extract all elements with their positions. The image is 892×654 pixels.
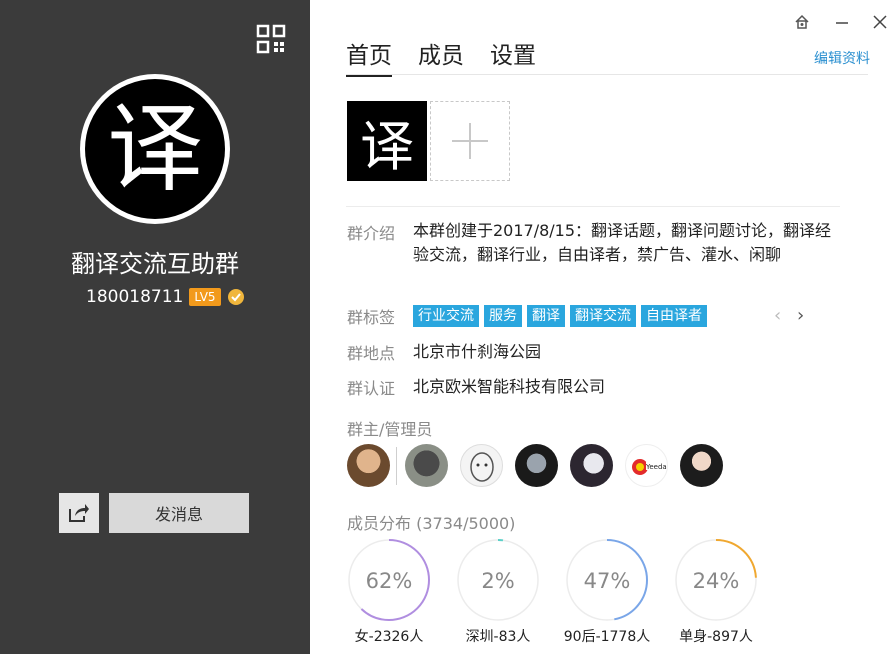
ring-label: 女-2326人 — [354, 629, 424, 645]
tags-prev-icon[interactable]: ‹ — [774, 305, 781, 326]
level-badge: LV5 — [189, 288, 221, 306]
ring-percent: 47% — [584, 569, 631, 593]
share-icon — [69, 504, 89, 522]
ring-percent: 62% — [366, 569, 413, 593]
edit-profile-link[interactable]: 编辑资料 — [814, 48, 870, 68]
skin-icon[interactable] — [792, 12, 812, 32]
ring-percent: 24% — [693, 569, 740, 593]
verify-value: 北京欧米智能科技有限公司 — [413, 377, 606, 396]
verify-label: 群认证 — [347, 379, 396, 398]
distribution-title: 成员分布 (3734/5000) — [347, 510, 515, 534]
left-panel: 译 翻译交流互助群 180018711 LV5 发消息 — [0, 0, 310, 654]
group-profile-window: 译 翻译交流互助群 180018711 LV5 发消息 首页 成员 设置 编辑资… — [0, 0, 892, 654]
distribution-rings: 62% 女-2326人 2% 深圳-83人 47% 90后-1778人 24% 单身-897人 — [347, 538, 758, 646]
tag-item[interactable]: 翻译交流 — [570, 305, 636, 327]
plus-icon — [452, 123, 488, 159]
admins-list: Yeeda — [347, 444, 735, 487]
location-value: 北京市什刹海公园 — [413, 342, 542, 361]
tab-bar: 首页 成员 设置 — [346, 36, 536, 77]
ring-label: 90后-1778人 — [563, 629, 651, 645]
tag-item[interactable]: 翻译 — [527, 305, 565, 327]
admin-avatar[interactable] — [570, 444, 613, 487]
tag-item[interactable]: 服务 — [484, 305, 522, 327]
tag-item[interactable]: 行业交流 — [413, 305, 479, 327]
avatar-char: 译 — [85, 79, 225, 219]
tag-list: 行业交流 服务 翻译 翻译交流 自由译者 — [413, 305, 707, 327]
admins-label: 群主/管理员 — [347, 420, 433, 439]
group-name: 翻译交流互助群 — [71, 250, 239, 278]
send-message-button[interactable]: 发消息 — [109, 493, 249, 533]
member-count: (3734/5000) — [416, 514, 516, 533]
admin-avatar[interactable] — [347, 444, 390, 487]
intro-label: 群介绍 — [347, 224, 396, 243]
admin-avatar[interactable] — [515, 444, 558, 487]
admin-avatar[interactable] — [680, 444, 723, 487]
tab-members[interactable]: 成员 — [418, 36, 464, 77]
tab-home[interactable]: 首页 — [346, 36, 392, 77]
group-id-row: 180018711 LV5 — [86, 287, 245, 307]
location-label: 群地点 — [347, 344, 396, 363]
intro-text: 本群创建于2017/8/15：翻译话题，翻译问题讨论，翻译经验交流，翻译行业，自… — [413, 221, 832, 264]
tab-divider — [346, 74, 868, 75]
group-photo[interactable]: 译 — [347, 101, 427, 181]
ring-label: 单身-897人 — [679, 629, 753, 645]
admin-avatar[interactable] — [460, 444, 503, 487]
divider — [346, 206, 840, 207]
distribution-ring[interactable]: 62% 女-2326人 — [347, 538, 431, 646]
svg-text:Yeeda: Yeeda — [645, 463, 667, 471]
tab-settings[interactable]: 设置 — [490, 36, 536, 77]
minimize-icon[interactable] — [832, 12, 852, 32]
group-id: 180018711 — [86, 287, 184, 307]
tags-label: 群标签 — [347, 308, 396, 327]
admin-avatar[interactable]: Yeeda — [625, 444, 668, 487]
tags-next-icon[interactable]: › — [797, 305, 804, 326]
tag-item[interactable]: 自由译者 — [641, 305, 707, 327]
ring-percent: 2% — [481, 569, 514, 593]
add-photo-button[interactable] — [430, 101, 510, 181]
ring-label: 深圳-83人 — [465, 629, 531, 645]
distribution-label: 成员分布 — [347, 514, 412, 533]
distribution-ring[interactable]: 47% 90后-1778人 — [563, 538, 651, 646]
admin-avatar[interactable] — [405, 444, 448, 487]
close-icon[interactable] — [870, 12, 890, 32]
verified-badge-icon — [227, 289, 244, 305]
owner-divider — [396, 446, 397, 485]
distribution-ring[interactable]: 24% 单身-897人 — [674, 538, 758, 646]
group-avatar[interactable]: 译 — [80, 74, 230, 224]
share-button[interactable] — [59, 493, 99, 533]
qr-code-icon[interactable] — [256, 24, 286, 54]
distribution-ring[interactable]: 2% 深圳-83人 — [456, 538, 540, 646]
